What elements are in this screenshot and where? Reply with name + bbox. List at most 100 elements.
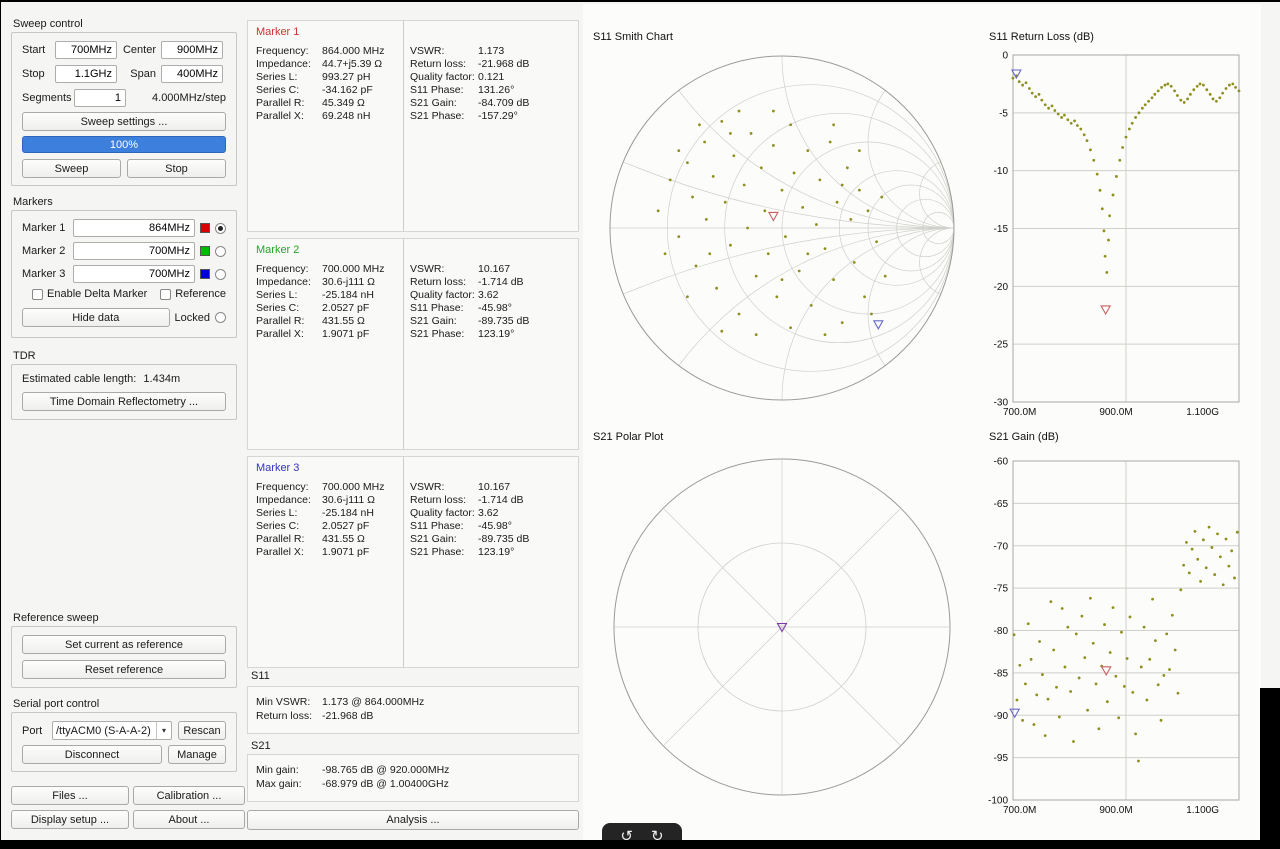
segments-input[interactable]: [74, 89, 126, 107]
marker-info-field: 45.349 Ω: [322, 97, 365, 109]
marker-3-select-radio[interactable]: [215, 269, 226, 280]
marker-info-field: 131.26°: [478, 84, 514, 96]
progress-percent-text: 100%: [110, 139, 138, 151]
svg-text:700.0M: 700.0M: [1003, 407, 1036, 418]
hide-data-button[interactable]: Hide data: [22, 308, 170, 327]
svg-text:-60: -60: [994, 457, 1009, 468]
s11-smith-chart[interactable]: [586, 24, 981, 424]
marker-info-field: S11 Phase:: [410, 302, 464, 314]
marker-3-frequency-input[interactable]: [73, 265, 195, 283]
chevron-down-icon: ▾: [156, 722, 171, 739]
enable-delta-marker-checkbox[interactable]: [32, 289, 43, 300]
marker-info-field: S21 Phase:: [410, 546, 464, 558]
reference-checkbox[interactable]: [160, 289, 171, 300]
serial-port-title: Serial port control: [11, 698, 237, 712]
marker-2-info-panel: Marker 2Frequency:700.000 MHzImpedance:3…: [247, 238, 579, 450]
markers-group: Markers Marker 1 Marker 2 Marker 3 Enabl…: [11, 196, 237, 338]
marker-info-field: Series L:: [256, 289, 297, 301]
svg-text:-65: -65: [994, 499, 1009, 510]
marker-info-field: 30.6-j111 Ω: [322, 276, 375, 288]
marker-info-field: -25.184 nH: [322, 507, 374, 519]
marker-info-field: -21.968 dB: [478, 58, 529, 70]
files-button[interactable]: Files ...: [11, 786, 129, 805]
marker-info-field: 69.248 nH: [322, 110, 370, 122]
set-current-as-reference-button[interactable]: Set current as reference: [22, 635, 226, 654]
calibration-button[interactable]: Calibration ...: [133, 786, 245, 805]
marker-1-frequency-input[interactable]: [73, 219, 195, 237]
marker-info-field: Impedance:: [256, 276, 311, 288]
marker-info-field: S21 Phase:: [410, 110, 464, 122]
s21-max-gain-value: -68.979 dB @ 1.00400GHz: [322, 778, 449, 790]
marker-info-field: 123.19°: [478, 546, 514, 558]
tdr-group-title: TDR: [11, 350, 237, 364]
sweep-stop-input[interactable]: [55, 65, 117, 83]
reset-reference-button[interactable]: Reset reference: [22, 660, 226, 679]
sweep-progress-bar: 100%: [22, 136, 226, 153]
marker-info-field: 700.000 MHz: [322, 263, 384, 275]
marker-info-title: Marker 2: [256, 244, 299, 256]
marker-info-field: 1.173: [478, 45, 504, 57]
marker-info-field: Series L:: [256, 71, 297, 83]
marker-info-field: 3.62: [478, 507, 498, 519]
screen-edge-bottom: [1, 840, 1280, 849]
marker-info-field: Series C:: [256, 302, 299, 314]
about-button[interactable]: About ...: [133, 810, 245, 829]
enable-delta-marker-label: Enable Delta Marker: [47, 288, 147, 300]
marker-info-field: Return loss:: [410, 494, 466, 506]
sweep-button[interactable]: Sweep: [22, 159, 121, 178]
marker-info-field: -157.29°: [478, 110, 518, 122]
s11-summary-box: Min VSWR: 1.173 @ 864.000MHz Return loss…: [247, 686, 579, 734]
analysis-button[interactable]: Analysis ...: [247, 810, 579, 830]
svg-text:1.100G: 1.100G: [1186, 805, 1219, 816]
sweep-center-input[interactable]: [161, 41, 223, 59]
svg-text:900.0M: 900.0M: [1099, 805, 1132, 816]
s21-summary-box: Min gain: -98.765 dB @ 920.000MHz Max ga…: [247, 754, 579, 802]
marker-info-field: -89.735 dB: [478, 315, 529, 327]
sweep-span-input[interactable]: [161, 65, 223, 83]
display-setup-button[interactable]: Display setup ...: [11, 810, 129, 829]
marker-info-field: 3.62: [478, 289, 498, 301]
serial-port-select[interactable]: /ttyACM0 (S-A-A-2) ▾: [52, 721, 172, 740]
svg-text:-75: -75: [994, 584, 1009, 595]
marker-info-field: Parallel R:: [256, 533, 304, 545]
marker-info-field: 993.27 pH: [322, 71, 370, 83]
marker-3-info-panel: Marker 3Frequency:700.000 MHzImpedance:3…: [247, 456, 579, 668]
marker-info-field: 0.121: [478, 71, 504, 83]
marker-info-field: Frequency:: [256, 481, 309, 493]
manage-button[interactable]: Manage: [168, 745, 226, 764]
marker-info-field: Parallel R:: [256, 97, 304, 109]
marker-info-field: S21 Gain:: [410, 533, 457, 545]
svg-text:900.0M: 900.0M: [1099, 407, 1132, 418]
marker-info-field: Series C:: [256, 84, 299, 96]
marker-info-field: S11 Phase:: [410, 520, 464, 532]
marker-info-field: 2.0527 pF: [322, 302, 369, 314]
rescan-button[interactable]: Rescan: [178, 721, 226, 740]
s11-summary-title: S11: [251, 670, 270, 682]
time-domain-reflectometry-button[interactable]: Time Domain Reflectometry ...: [22, 392, 226, 411]
marker-info-divider: [403, 21, 404, 231]
sweep-settings-button[interactable]: Sweep settings ...: [22, 112, 226, 131]
marker-info-field: 1.9071 pF: [322, 328, 369, 340]
s21-gain-chart[interactable]: -60-65-70-75-80-85-90-95-100700.0M900.0M…: [986, 424, 1279, 824]
s21-polar-plot-chart[interactable]: [586, 424, 981, 824]
screen-edge-top: [1, 0, 1280, 2]
s11-return-loss-chart[interactable]: 0-5-10-15-20-25-30700.0M900.0M1.100G: [986, 24, 1279, 424]
s11-min-vswr-label: Min VSWR:: [256, 696, 310, 708]
stop-button[interactable]: Stop: [127, 159, 226, 178]
markers-group-title: Markers: [11, 196, 237, 210]
marker-info-field: -45.98°: [478, 302, 512, 314]
disconnect-button[interactable]: Disconnect: [22, 745, 162, 764]
marker-2-frequency-input[interactable]: [73, 242, 195, 260]
svg-text:-15: -15: [994, 224, 1009, 235]
marker-1-select-radio[interactable]: [215, 223, 226, 234]
s21-summary-title: S21: [251, 740, 271, 752]
marker-info-field: -1.714 dB: [478, 494, 524, 506]
reference-sweep-group: Reference sweep Set current as reference…: [11, 612, 237, 688]
locked-radio[interactable]: [215, 312, 226, 323]
marker-info-field: 1.9071 pF: [322, 546, 369, 558]
marker-2-select-radio[interactable]: [215, 246, 226, 257]
start-label: Start: [22, 44, 52, 56]
svg-text:-25: -25: [994, 340, 1009, 351]
marker-info-field: 44.7+j5.39 Ω: [322, 58, 382, 70]
sweep-start-input[interactable]: [55, 41, 117, 59]
